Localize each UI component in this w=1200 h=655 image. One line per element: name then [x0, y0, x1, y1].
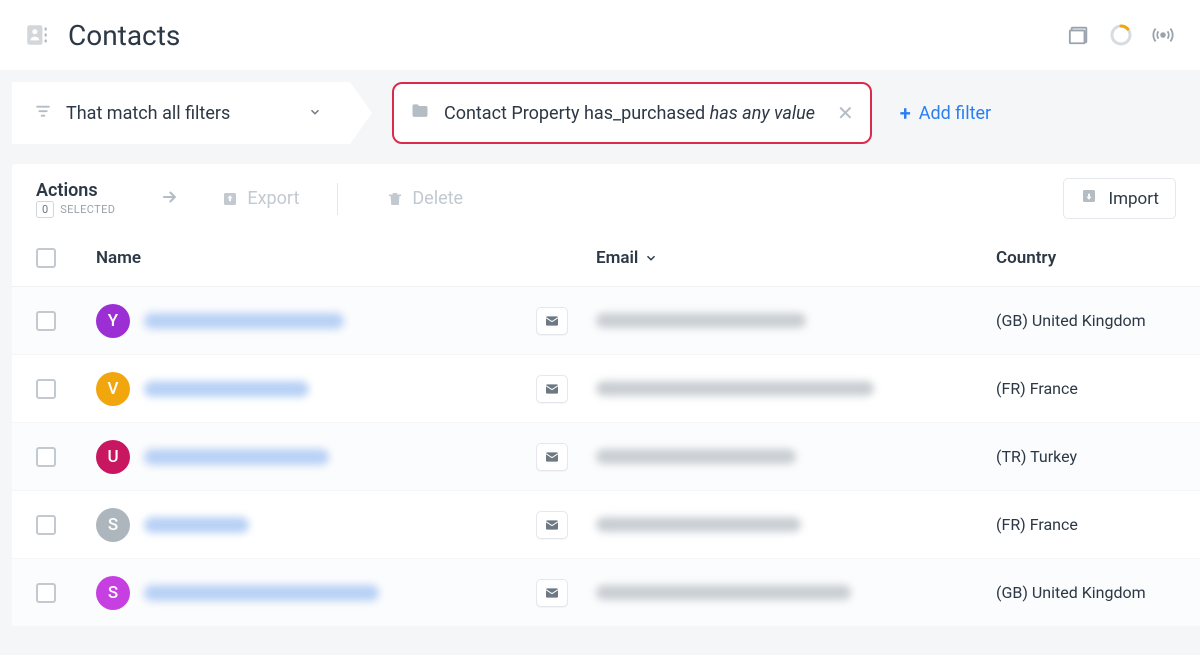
- email-action-button[interactable]: [536, 307, 568, 335]
- contact-email-redacted: [596, 517, 801, 532]
- table-row[interactable]: U (TR) Turkey: [12, 423, 1200, 491]
- email-action-button[interactable]: [536, 511, 568, 539]
- selected-count: 0: [36, 201, 54, 218]
- email-action-button[interactable]: [536, 443, 568, 471]
- col-email-label: Email: [596, 248, 638, 268]
- row-checkbox[interactable]: [36, 447, 56, 467]
- table-row[interactable]: S (FR) France: [12, 491, 1200, 559]
- content-panel: Actions 0 SELECTED Export Delete Import: [12, 164, 1200, 627]
- table-row[interactable]: Y (GB) United Kingdom: [12, 287, 1200, 355]
- cell-name: S: [96, 508, 536, 542]
- contact-name-redacted: [144, 313, 344, 329]
- contact-email-redacted: [596, 585, 851, 600]
- avatar: Y: [96, 304, 130, 338]
- row-checkbox[interactable]: [36, 311, 56, 331]
- row-checkbox[interactable]: [36, 379, 56, 399]
- contact-email-redacted: [596, 313, 806, 328]
- import-label: Import: [1108, 189, 1159, 209]
- delete-label: Delete: [412, 188, 463, 209]
- table-row[interactable]: V (FR) France: [12, 355, 1200, 423]
- add-filter-label: Add filter: [919, 103, 991, 124]
- avatar: V: [96, 372, 130, 406]
- contact-name-redacted: [144, 449, 329, 465]
- contact-name-redacted: [144, 381, 309, 397]
- toolbar-divider: [337, 183, 338, 215]
- cell-country: (GB) United Kingdom: [996, 583, 1176, 602]
- select-all-checkbox[interactable]: [36, 248, 56, 268]
- view-icon[interactable]: [1066, 22, 1092, 48]
- plus-icon: +: [900, 101, 911, 125]
- filter-match-label: That match all filters: [66, 103, 230, 124]
- filter-bar: That match all filters Contact Property …: [0, 70, 1200, 156]
- row-checkbox[interactable]: [36, 515, 56, 535]
- col-name[interactable]: Name: [96, 248, 536, 268]
- export-label: Export: [247, 188, 299, 209]
- contact-name-redacted: [144, 517, 249, 533]
- filter-chip-remove[interactable]: ✕: [837, 101, 854, 125]
- import-icon: [1080, 187, 1098, 210]
- arrow-right-icon: [159, 187, 179, 211]
- selection-summary: 0 SELECTED: [36, 201, 115, 218]
- filter-chip-text: Contact Property has_purchased has any v…: [444, 103, 815, 124]
- table-header: Name Email Country: [12, 229, 1200, 287]
- add-filter-button[interactable]: + Add filter: [900, 101, 991, 125]
- contact-name-redacted: [144, 585, 379, 601]
- avatar: U: [96, 440, 130, 474]
- selected-label: SELECTED: [60, 203, 115, 216]
- delete-button[interactable]: Delete: [386, 188, 463, 209]
- email-action-button[interactable]: [536, 375, 568, 403]
- active-filter-chip[interactable]: Contact Property has_purchased has any v…: [392, 82, 872, 144]
- header-actions: [1066, 22, 1176, 48]
- filter-chip-value: has any value: [710, 103, 815, 124]
- avatar: S: [96, 576, 130, 610]
- actions-title: Actions: [36, 180, 115, 201]
- email-action-button[interactable]: [536, 579, 568, 607]
- row-checkbox[interactable]: [36, 583, 56, 603]
- contact-email-redacted: [596, 449, 796, 464]
- sort-desc-icon: [644, 251, 658, 265]
- filter-chip-prefix: Contact Property has_purchased: [444, 103, 710, 124]
- filter-match-dropdown[interactable]: That match all filters: [12, 82, 372, 144]
- sync-icon[interactable]: [1108, 22, 1134, 48]
- col-country[interactable]: Country: [996, 248, 1176, 268]
- cell-country: (TR) Turkey: [996, 447, 1176, 466]
- header-left: Contacts: [24, 19, 180, 52]
- contacts-table: Name Email Country Y (GB) United Kingdom…: [12, 229, 1200, 627]
- actions-block: Actions 0 SELECTED: [36, 180, 115, 218]
- cell-country: (GB) United Kingdom: [996, 311, 1176, 330]
- cell-name: U: [96, 440, 536, 474]
- page-header: Contacts: [0, 0, 1200, 70]
- cell-country: (FR) France: [996, 515, 1176, 534]
- broadcast-icon[interactable]: [1150, 22, 1176, 48]
- toolbar: Actions 0 SELECTED Export Delete Import: [12, 164, 1200, 229]
- cell-name: S: [96, 576, 536, 610]
- avatar: S: [96, 508, 130, 542]
- cell-name: Y: [96, 304, 536, 338]
- export-button[interactable]: Export: [221, 188, 299, 209]
- contacts-logo-icon: [24, 22, 50, 48]
- folder-icon: [410, 101, 430, 125]
- filter-funnel-icon: [34, 102, 52, 124]
- chevron-down-icon: [308, 104, 322, 123]
- import-button[interactable]: Import: [1063, 178, 1176, 219]
- table-row[interactable]: S (GB) United Kingdom: [12, 559, 1200, 627]
- contact-email-redacted: [596, 381, 874, 396]
- cell-country: (FR) France: [996, 379, 1176, 398]
- col-email[interactable]: Email: [596, 248, 996, 268]
- cell-name: V: [96, 372, 536, 406]
- page-title: Contacts: [68, 19, 180, 52]
